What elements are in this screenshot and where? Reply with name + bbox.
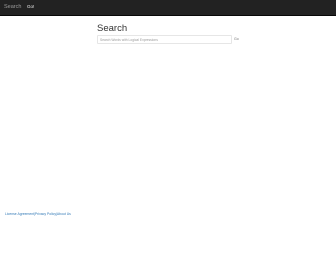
privacy-policy-link[interactable]: Privacy Policy: [35, 212, 56, 216]
navbar-go-link[interactable]: Go!: [27, 3, 34, 11]
page-title: Search: [97, 23, 128, 34]
about-us-link[interactable]: About Us: [57, 212, 71, 216]
top-navbar: Search Go!: [0, 0, 336, 16]
footer-links: License Agreement|Privacy Policy|About U…: [5, 212, 71, 217]
search-input[interactable]: [97, 35, 232, 44]
go-button[interactable]: Go: [233, 36, 240, 43]
license-agreement-link[interactable]: License Agreement: [5, 212, 34, 216]
navbar-brand-link[interactable]: Search: [4, 3, 21, 11]
